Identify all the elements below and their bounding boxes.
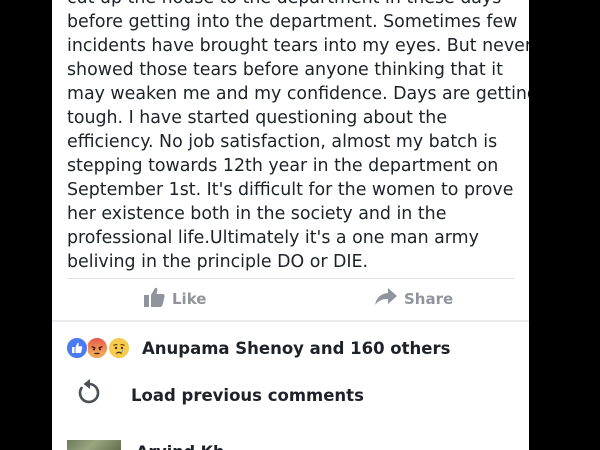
like-icon bbox=[66, 337, 88, 359]
comment-author-avatar[interactable] bbox=[67, 440, 121, 450]
comment-author-name[interactable]: Arvind Kh bbox=[136, 442, 224, 450]
post-text-line: September 1st. It's difficult for the wo… bbox=[67, 180, 514, 200]
share-button[interactable]: Share bbox=[375, 279, 453, 319]
share-arrow-icon bbox=[375, 288, 404, 310]
reactions-summary-text: Anupama Shenoy and 160 others bbox=[142, 338, 451, 358]
post-text-line: may weaken me and my confidence. Days ar… bbox=[67, 84, 529, 104]
post-text: cut up the house to the department in th… bbox=[67, 0, 529, 274]
post-card: cut up the house to the department in th… bbox=[52, 0, 529, 450]
load-previous-comments-label: Load previous comments bbox=[131, 385, 364, 405]
post-text-line: stepping towards 12th year in the depart… bbox=[67, 156, 499, 176]
share-label: Share bbox=[404, 290, 454, 308]
reaction-icons bbox=[66, 336, 132, 360]
reactions-summary[interactable]: Anupama Shenoy and 160 others bbox=[66, 333, 450, 363]
post-text-line: cut up the house to the department in th… bbox=[67, 0, 522, 10]
refresh-arrow-icon bbox=[76, 379, 102, 411]
load-previous-comments-button[interactable]: Load previous comments bbox=[76, 377, 364, 413]
like-label: Like bbox=[172, 290, 207, 308]
post-actions-bar: Like Share bbox=[52, 279, 529, 319]
post-text-line: incidents have brought tears into my eye… bbox=[67, 36, 529, 56]
post-text-line: before getting into the department. Some… bbox=[67, 12, 518, 32]
post-text-line: her existence both in the society and in… bbox=[67, 204, 447, 224]
post-text-line: beliving in the principle DO or DIE. bbox=[67, 252, 369, 272]
section-separator bbox=[52, 320, 529, 322]
post-text-line: professional life.Ultimately it's a one … bbox=[67, 228, 479, 248]
sad-icon bbox=[108, 337, 130, 359]
post-text-line: showed those tears before anyone thinkin… bbox=[67, 60, 503, 80]
like-button[interactable]: Like bbox=[144, 279, 206, 319]
thumbs-up-icon bbox=[144, 287, 172, 311]
post-text-line: tough. I have started questioning about … bbox=[67, 108, 448, 128]
angry-icon bbox=[86, 337, 108, 359]
post-text-line: efficiency. No job satisfaction, almost … bbox=[67, 132, 498, 152]
